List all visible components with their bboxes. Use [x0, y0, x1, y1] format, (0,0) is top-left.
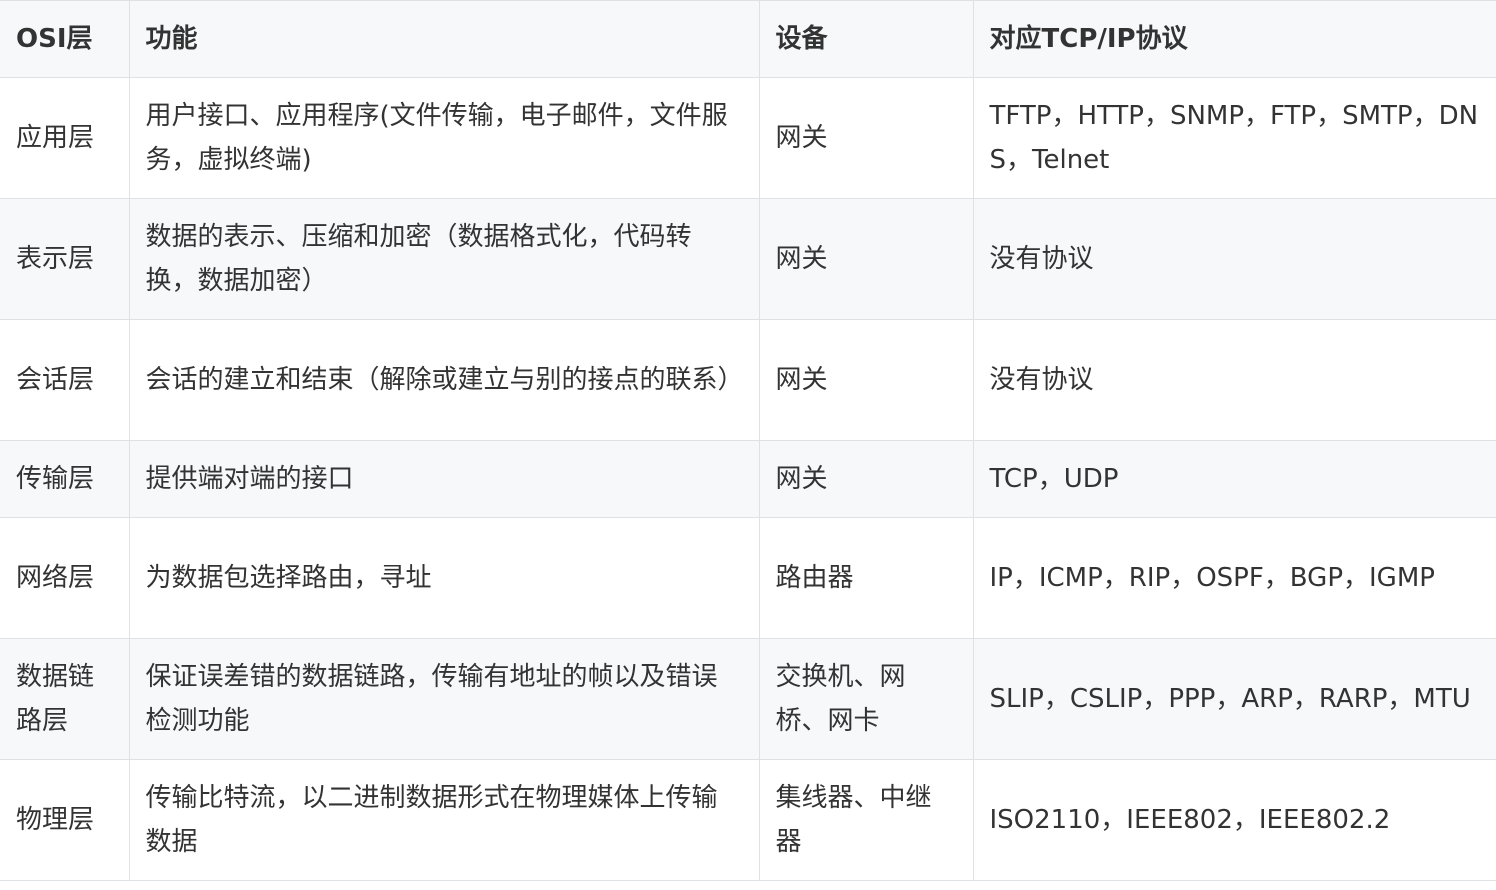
cell-function: 传输比特流，以二进制数据形式在物理媒体上传输数据 [128, 759, 760, 881]
cell-device: 网关 [758, 440, 974, 518]
cell-protocol: 没有协议 [972, 198, 1496, 320]
cell-layer: 物理层 [0, 759, 130, 881]
table-header-row: OSI层 功能 设备 对应TCP/IP协议 [0, 0, 1496, 78]
cell-function: 提供端对端的接口 [128, 440, 760, 518]
table-row: 会话层 会话的建立和结束（解除或建立与别的接点的联系） 网关 没有协议 [0, 319, 1496, 441]
table-row: 网络层 为数据包选择路由，寻址 路由器 IP，ICMP，RIP，OSPF，BGP… [0, 517, 1496, 639]
table-row: 物理层 传输比特流，以二进制数据形式在物理媒体上传输数据 集线器、中继器 ISO… [0, 759, 1496, 881]
cell-device: 网关 [758, 77, 974, 199]
cell-protocol: IP，ICMP，RIP，OSPF，BGP，IGMP [972, 517, 1496, 639]
table-row: 应用层 用户接口、应用程序(文件传输，电子邮件，文件服务，虚拟终端) 网关 TF… [0, 77, 1496, 199]
header-tcpip-protocol: 对应TCP/IP协议 [972, 0, 1496, 78]
table-row: 传输层 提供端对端的接口 网关 TCP，UDP [0, 440, 1496, 518]
osi-table: OSI层 功能 设备 对应TCP/IP协议 应用层 用户接口、应用程序(文件传输… [0, 0, 1496, 881]
cell-device: 路由器 [758, 517, 974, 639]
cell-protocol: TCP，UDP [972, 440, 1496, 518]
table-row: 数据链路层 保证误差错的数据链路，传输有地址的帧以及错误检测功能 交换机、网桥、… [0, 638, 1496, 760]
cell-device: 网关 [758, 198, 974, 320]
cell-protocol: TFTP，HTTP，SNMP，FTP，SMTP，DNS，Telnet [972, 77, 1496, 199]
cell-function: 保证误差错的数据链路，传输有地址的帧以及错误检测功能 [128, 638, 760, 760]
cell-function: 用户接口、应用程序(文件传输，电子邮件，文件服务，虚拟终端) [128, 77, 760, 199]
table-row: 表示层 数据的表示、压缩和加密（数据格式化，代码转换，数据加密） 网关 没有协议 [0, 198, 1496, 320]
cell-function: 为数据包选择路由，寻址 [128, 517, 760, 639]
cell-protocol: 没有协议 [972, 319, 1496, 441]
cell-layer: 传输层 [0, 440, 130, 518]
header-function: 功能 [128, 0, 760, 78]
header-device: 设备 [758, 0, 974, 78]
cell-protocol: ISO2110，IEEE802，IEEE802.2 [972, 759, 1496, 881]
cell-layer: 应用层 [0, 77, 130, 199]
cell-device: 集线器、中继器 [758, 759, 974, 881]
header-osi-layer: OSI层 [0, 0, 130, 78]
cell-protocol: SLIP，CSLIP，PPP，ARP，RARP，MTU [972, 638, 1496, 760]
cell-device: 网关 [758, 319, 974, 441]
cell-layer: 表示层 [0, 198, 130, 320]
cell-function: 数据的表示、压缩和加密（数据格式化，代码转换，数据加密） [128, 198, 760, 320]
cell-layer: 网络层 [0, 517, 130, 639]
cell-layer: 会话层 [0, 319, 130, 441]
cell-device: 交换机、网桥、网卡 [758, 638, 974, 760]
cell-layer: 数据链路层 [0, 638, 130, 760]
cell-function: 会话的建立和结束（解除或建立与别的接点的联系） [128, 319, 760, 441]
